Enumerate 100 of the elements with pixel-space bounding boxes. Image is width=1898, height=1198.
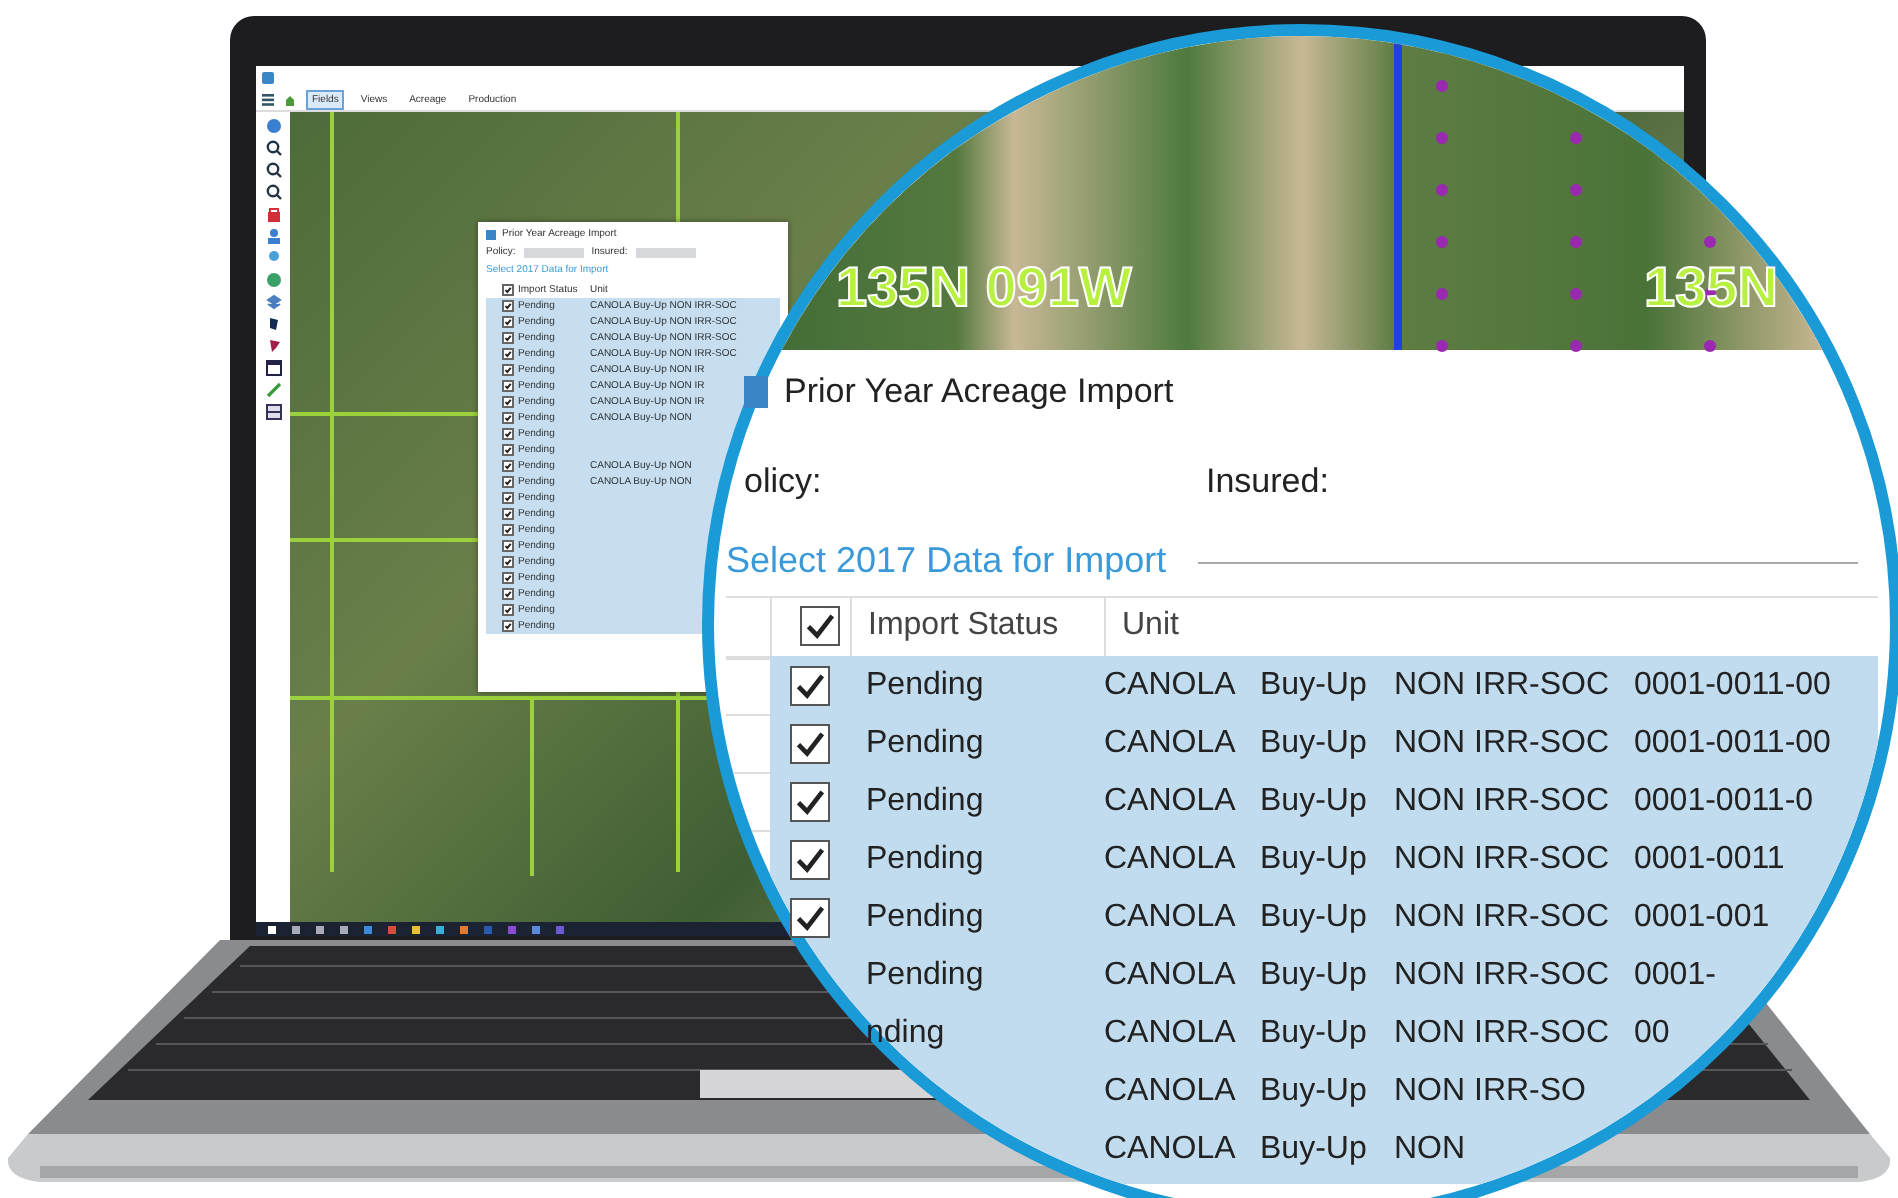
field-label: olicy: <box>744 462 822 502</box>
status-cell-text: Pending <box>864 841 986 877</box>
dialog-icon <box>486 229 496 239</box>
taskbar-app-icon <box>436 925 444 933</box>
checkbox[interactable] <box>502 620 514 632</box>
crop-cell-text: CANOLA <box>1104 1073 1238 1109</box>
checkbox[interactable] <box>790 723 830 763</box>
practice-cell-text: NON IRR-SOC <box>1394 841 1612 877</box>
checkbox[interactable] <box>502 460 514 472</box>
pencil-icon <box>265 382 281 398</box>
crop-cell-text: CANOLA <box>1104 899 1238 935</box>
checkbox[interactable] <box>790 897 830 937</box>
taskbar-app-icon <box>340 925 348 933</box>
checkbox[interactable] <box>502 604 514 616</box>
unit-cell: 0001-0011-00 <box>1634 725 1831 761</box>
unit-cell: 0001- <box>1634 957 1716 993</box>
checkbox[interactable] <box>502 524 514 536</box>
checkbox[interactable] <box>502 380 514 392</box>
coverage-cell-text: Buy-Up <box>1260 1131 1369 1167</box>
taskbar-app-icon <box>556 925 564 933</box>
person-icon <box>265 228 281 244</box>
status-cell-text: Pending <box>864 667 986 703</box>
flag-icon <box>265 338 281 354</box>
checkbox[interactable] <box>502 588 514 600</box>
map-label: 135N <box>1644 256 1778 320</box>
unit-cell: 0001-0011-00 <box>1634 667 1831 703</box>
taskbar-app-icon <box>460 925 468 933</box>
app-logo-icon <box>262 71 274 83</box>
checkbox[interactable] <box>790 839 830 879</box>
practice-cell-text: NON IRR-SOC <box>1394 957 1612 993</box>
group-title: Select 2017 Data for Import <box>726 540 1167 582</box>
practice-cell-text: NON IRR-SOC <box>1394 667 1612 703</box>
crop-cell-text: CANOLA <box>1104 957 1238 993</box>
practice-cell-text: NON IRR-SOC <box>1394 783 1612 819</box>
crop-cell-text: CANOLA <box>1104 1015 1238 1051</box>
table-icon <box>265 360 281 376</box>
practice-cell-text: NON IRR-SO <box>1394 1073 1588 1109</box>
checkbox[interactable] <box>502 556 514 568</box>
checkbox[interactable] <box>502 412 514 424</box>
checkbox[interactable] <box>502 348 514 360</box>
zoom-icon <box>265 184 281 200</box>
layers-icon <box>265 294 281 310</box>
checkbox[interactable] <box>502 540 514 552</box>
taskbar-app-icon <box>364 925 372 933</box>
checkbox[interactable] <box>502 332 514 344</box>
crop-cell-text: CANOLA <box>1104 783 1238 819</box>
practice-cell-text: NON IRR-SOC <box>1394 899 1612 935</box>
checkbox[interactable] <box>790 781 830 821</box>
checkbox[interactable] <box>502 300 514 312</box>
coverage-cell-text: Buy-Up <box>1260 957 1369 993</box>
blurred-field <box>635 247 696 257</box>
unit-cell: 00 <box>1634 1015 1670 1051</box>
coverage-cell-text: Buy-Up <box>1260 1073 1369 1109</box>
status-cell-text: Pending <box>864 899 986 935</box>
checkbox[interactable] <box>799 606 839 646</box>
checkbox[interactable] <box>502 492 514 504</box>
blurred-field <box>523 247 584 257</box>
dialog-title: Prior Year Acreage Import <box>784 372 1174 412</box>
crop-cell-text: CANOLA <box>1104 667 1238 703</box>
map-label: 135N 091W <box>836 256 1132 320</box>
column-header: Unit <box>1104 596 1634 656</box>
menu-icon <box>262 93 274 105</box>
coverage-cell-text: Buy-Up <box>1260 667 1369 703</box>
status-cell-text: Pending <box>864 725 986 761</box>
column-header: Import Status <box>850 596 1104 656</box>
checkbox[interactable] <box>502 572 514 584</box>
crop-cell-text: CANOLA <box>1104 1131 1238 1167</box>
coverage-cell-text: Buy-Up <box>1260 841 1369 877</box>
practice-cell-text: NON IRR-SOC <box>1394 1015 1612 1051</box>
field-label: Insured: <box>1206 462 1329 502</box>
checkbox[interactable] <box>790 665 830 705</box>
taskbar-app-icon <box>508 925 516 933</box>
checkbox[interactable] <box>502 444 514 456</box>
crop-cell-text: CANOLA <box>1104 725 1238 761</box>
taskbar-app-icon <box>388 925 396 933</box>
checkbox[interactable] <box>502 428 514 440</box>
coverage-cell-text: Buy-Up <box>1260 725 1369 761</box>
taskbar-app-icon <box>316 925 324 933</box>
checkbox[interactable] <box>502 476 514 488</box>
unit-cell: 0001-0011 <box>1634 841 1785 877</box>
home-icon <box>284 93 296 105</box>
windows-logo-icon <box>268 925 276 933</box>
checkbox[interactable] <box>502 284 514 296</box>
unit-cell: 0001-001 <box>1634 899 1770 935</box>
status-cell-text: Pending <box>864 783 986 819</box>
unit-cell: 0001-0011-0 <box>1634 783 1814 819</box>
coverage-cell-text: Buy-Up <box>1260 1015 1369 1051</box>
practice-cell-text: NON IRR-SOC <box>1394 725 1612 761</box>
checkbox[interactable] <box>502 508 514 520</box>
taskbar-app-icon <box>412 925 420 933</box>
coverage-cell-text: Buy-Up <box>1260 899 1369 935</box>
checkbox[interactable] <box>502 316 514 328</box>
zoom-out-icon <box>265 162 281 178</box>
checkbox[interactable] <box>502 364 514 376</box>
map-shape-icon <box>265 316 281 332</box>
grid-icon <box>265 404 281 420</box>
checkbox[interactable] <box>502 396 514 408</box>
dialog-icon <box>744 376 768 408</box>
lock-icon <box>265 206 281 222</box>
globe-icon <box>265 272 281 288</box>
